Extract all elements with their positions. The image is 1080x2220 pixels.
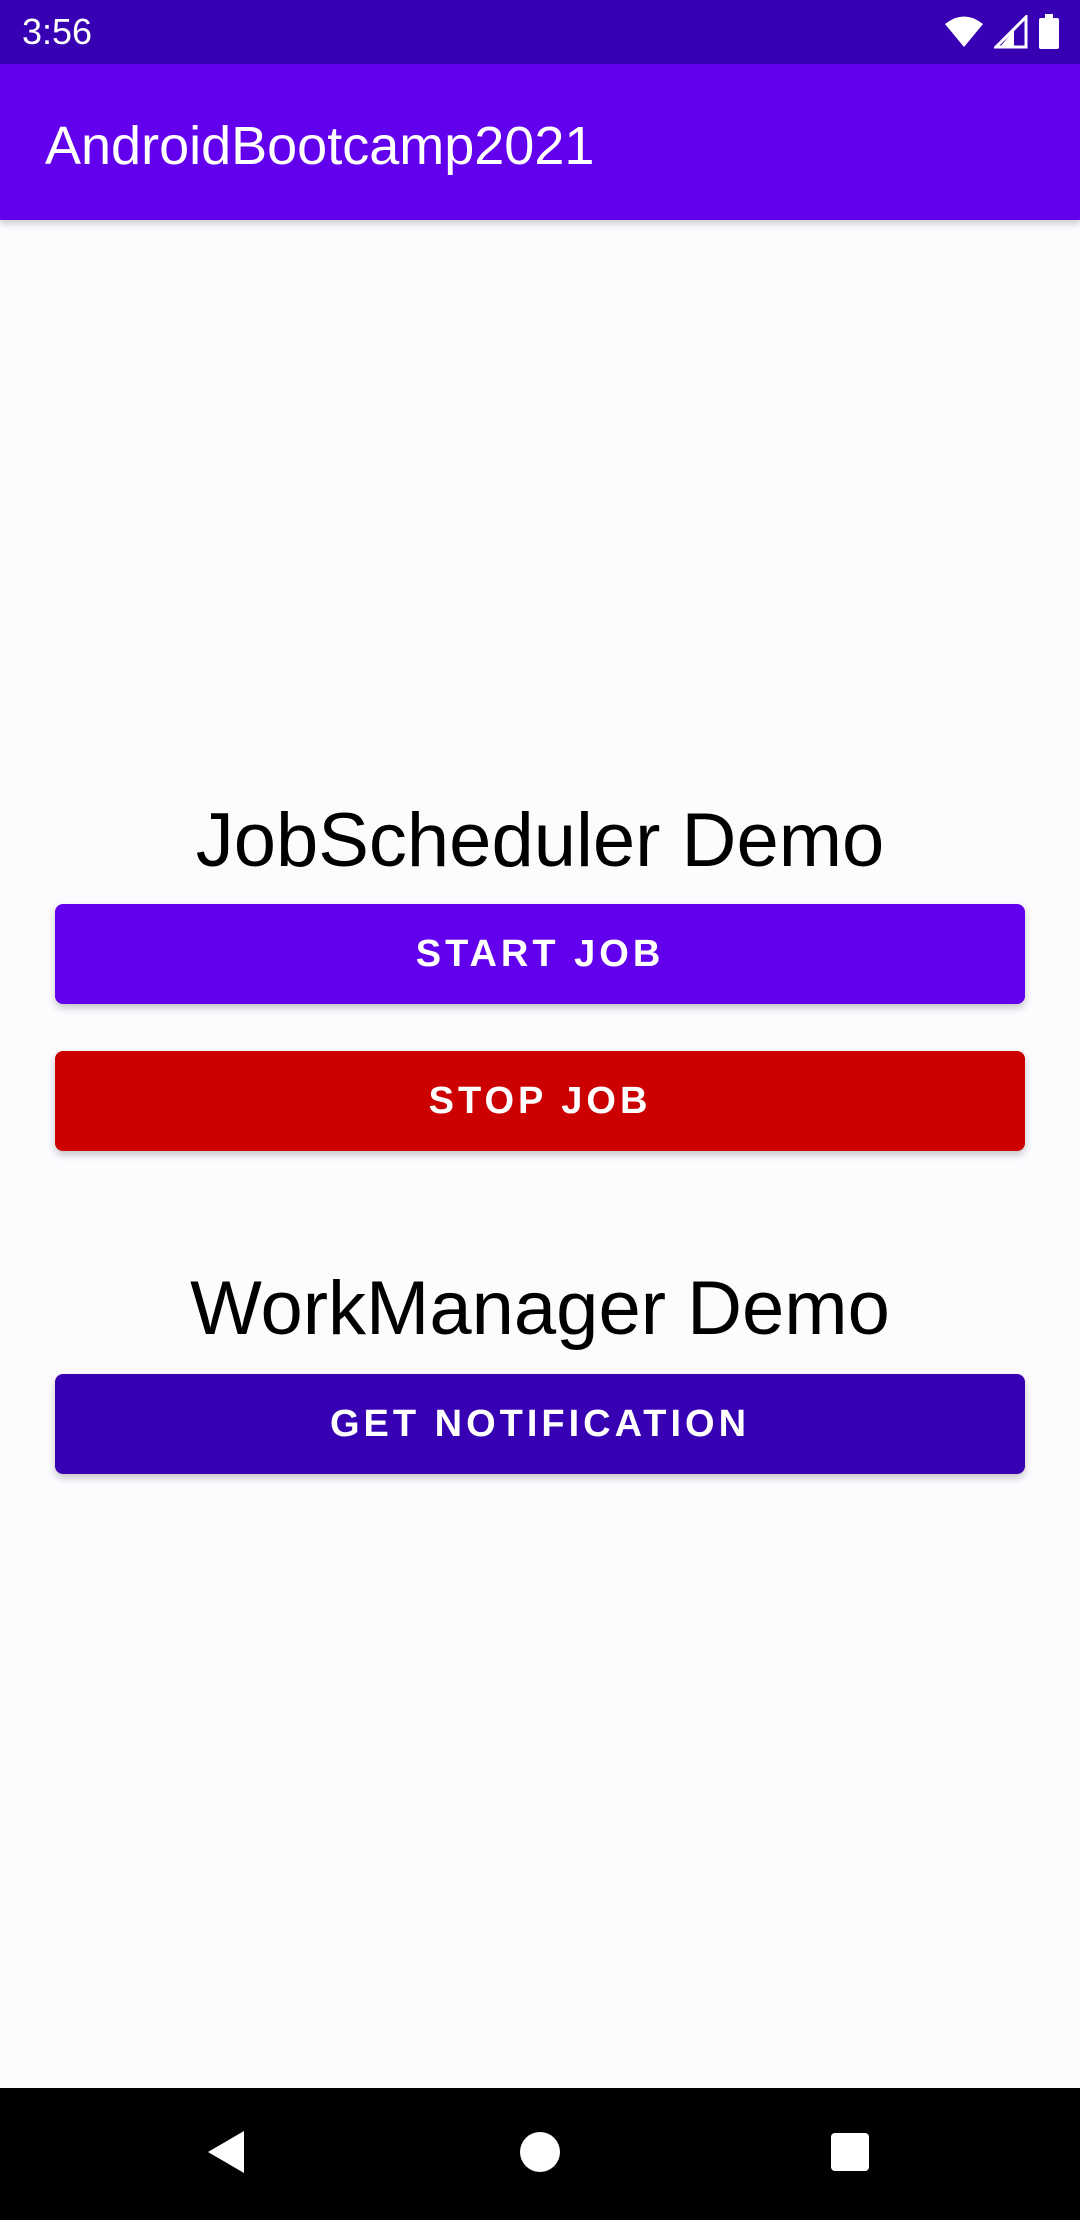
back-icon	[204, 2129, 248, 2180]
battery-icon	[1038, 14, 1060, 50]
status-icons	[944, 14, 1060, 50]
recents-icon	[830, 2132, 870, 2177]
navigation-bar	[0, 2088, 1080, 2220]
status-time: 3:56	[22, 11, 93, 52]
app-screen: 3:56 AndroidBootcamp2021 JobScheduler De…	[0, 0, 1080, 2220]
home-icon	[519, 2131, 561, 2178]
back-button[interactable]	[166, 2088, 286, 2220]
app-bar: AndroidBootcamp2021	[0, 64, 1080, 220]
get-notification-label: GET NOTIFICATION	[329, 1402, 751, 1445]
stop-job-button[interactable]: STOP JOB	[55, 1051, 1025, 1151]
stop-job-label: STOP JOB	[428, 1079, 652, 1122]
jobscheduler-heading: JobScheduler Demo	[195, 798, 885, 883]
workmanager-heading: WorkManager Demo	[190, 1266, 890, 1351]
wifi-icon	[944, 15, 984, 49]
home-button[interactable]	[480, 2088, 600, 2220]
start-job-button[interactable]: START JOB	[55, 904, 1025, 1004]
get-notification-button[interactable]: GET NOTIFICATION	[55, 1374, 1025, 1474]
app-title: AndroidBootcamp2021	[45, 116, 595, 176]
start-job-label: START JOB	[415, 932, 665, 975]
status-bar: 3:56	[0, 0, 1080, 64]
recents-button[interactable]	[790, 2088, 910, 2220]
signal-icon	[994, 15, 1028, 49]
